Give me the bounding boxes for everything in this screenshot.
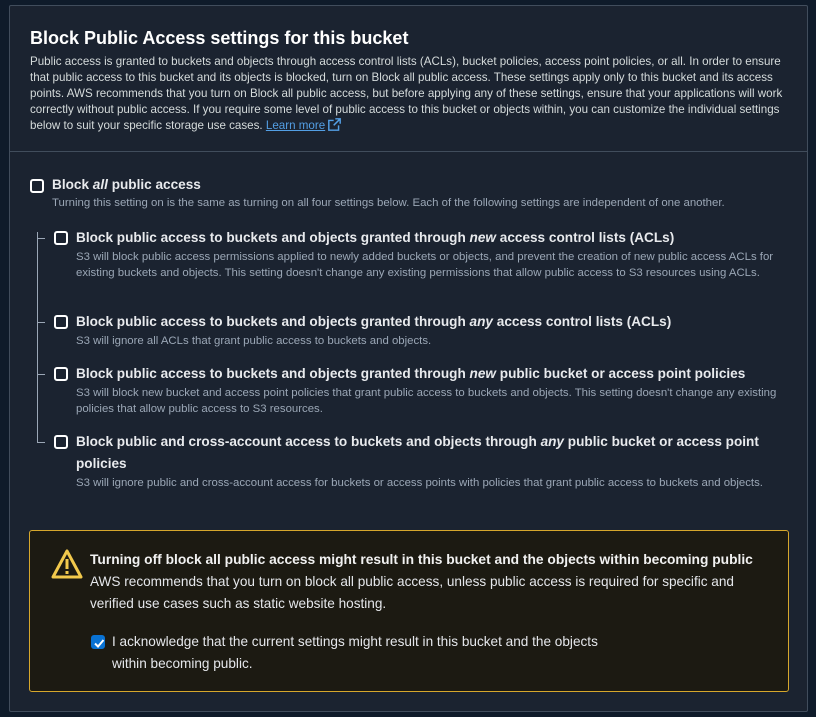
- block-all-title-post: public access: [107, 177, 201, 192]
- external-link-icon: [328, 118, 342, 131]
- block-new-acls-description: S3 will block public access permissions …: [76, 251, 774, 279]
- block-any-acls-description: S3 will ignore all ACLs that grant publi…: [76, 335, 432, 347]
- option-title-post: public bucket or access point policies: [495, 366, 746, 381]
- panel-description-text: Public access is granted to buckets and …: [30, 55, 783, 132]
- block-public-access-panel: Block Public Access settings for this bu…: [9, 5, 808, 712]
- block-new-policies-checkbox[interactable]: [54, 367, 68, 381]
- block-all-title-em: all: [92, 177, 108, 192]
- option-title-em: new: [469, 230, 496, 245]
- tree-branch: [37, 374, 45, 375]
- option-title-post: access control lists (ACLs): [495, 230, 675, 245]
- block-all-title-pre: Block: [52, 177, 93, 192]
- warning-text: AWS recommends that you turn on block al…: [90, 574, 734, 611]
- public-access-warning: Turning off block all public access migh…: [29, 530, 789, 692]
- block-all-description: Turning this setting on is the same as t…: [52, 197, 725, 209]
- option-title-em: any: [540, 434, 564, 449]
- option-title-post: access control lists (ACLs): [492, 314, 672, 329]
- block-cross-account-title: Block public and cross-account access to…: [76, 431, 776, 475]
- block-cross-account-description: S3 will ignore public and cross-account …: [76, 477, 763, 489]
- option-title-pre: Block public access to buckets and objec…: [76, 314, 470, 329]
- block-all-title: Block all public access: [52, 174, 201, 196]
- option-title-em: new: [469, 366, 496, 381]
- acknowledge-checkbox[interactable]: [91, 635, 105, 649]
- block-new-policies-description: S3 will block new bucket and access poin…: [76, 387, 777, 415]
- option-title-pre: Block public access to buckets and objec…: [76, 366, 470, 381]
- block-cross-account-checkbox[interactable]: [54, 435, 68, 449]
- option-title-pre: Block public and cross-account access to…: [76, 434, 541, 449]
- option-title-pre: Block public access to buckets and objec…: [76, 230, 470, 245]
- acknowledge-label: I acknowledge that the current settings …: [112, 634, 598, 671]
- warning-icon: [51, 549, 83, 579]
- warning-title: Turning off block all public access migh…: [90, 552, 753, 567]
- tree-branch: [37, 442, 45, 443]
- learn-more-link[interactable]: Learn more: [265, 118, 342, 132]
- tree-line: [37, 232, 38, 442]
- panel-header: Block Public Access settings for this bu…: [10, 6, 807, 152]
- block-any-acls-title: Block public access to buckets and objec…: [76, 311, 786, 333]
- tree-branch: [37, 322, 45, 323]
- block-any-acls-checkbox[interactable]: [54, 315, 68, 329]
- checkmark-icon: [94, 639, 105, 648]
- tree-branch: [37, 238, 45, 239]
- learn-more-label: Learn more: [265, 119, 326, 132]
- option-title-em: any: [469, 314, 493, 329]
- panel-description: Public access is granted to buckets and …: [30, 54, 787, 134]
- panel-title: Block Public Access settings for this bu…: [30, 28, 409, 48]
- block-new-acls-checkbox[interactable]: [54, 231, 68, 245]
- block-all-checkbox[interactable]: [30, 179, 44, 193]
- block-new-policies-title: Block public access to buckets and objec…: [76, 363, 786, 385]
- block-new-acls-title: Block public access to buckets and objec…: [76, 227, 786, 249]
